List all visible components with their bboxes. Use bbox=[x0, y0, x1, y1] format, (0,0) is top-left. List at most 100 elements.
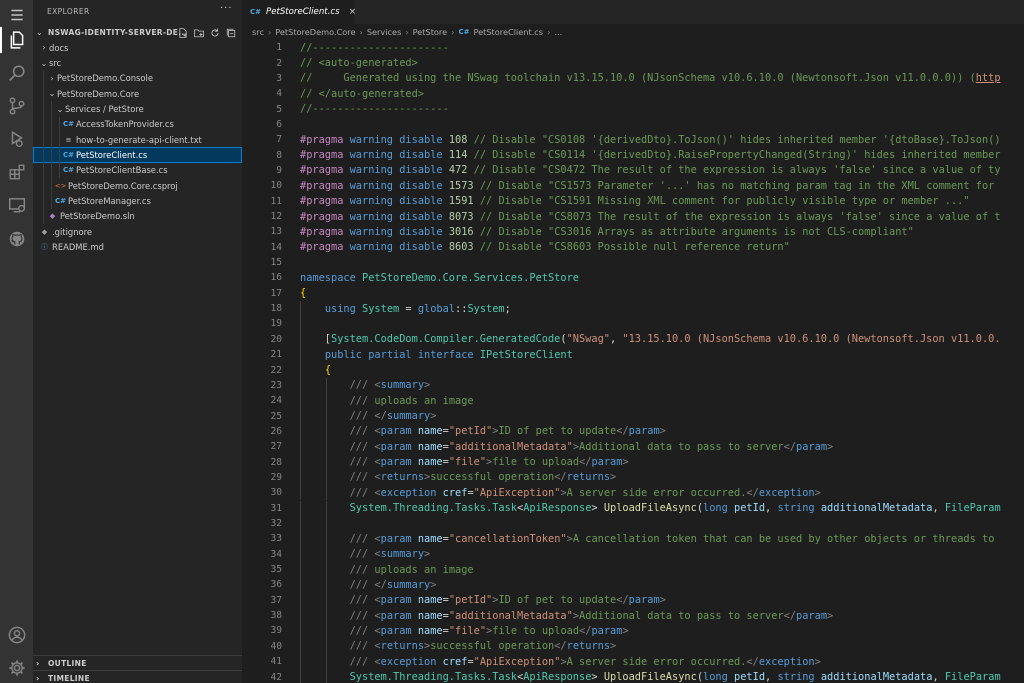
solution-file-icon: ◆ bbox=[49, 212, 56, 221]
code-text: // </auto-generated> bbox=[300, 88, 424, 100]
line-number: 25 bbox=[270, 410, 282, 422]
new-file-icon[interactable] bbox=[177, 27, 188, 38]
close-icon[interactable]: × bbox=[349, 7, 357, 17]
code-token: /// bbox=[349, 609, 375, 622]
tree-folder[interactable]: › docs bbox=[33, 40, 242, 55]
code-line: 30 /// <exception cref="ApiException">A … bbox=[242, 485, 1024, 501]
extensions-icon[interactable] bbox=[0, 157, 33, 187]
code-token: [ bbox=[300, 333, 331, 346]
indent-guide bbox=[300, 377, 301, 394]
breadcrumb-item[interactable]: PetStoreClient.cs bbox=[473, 27, 543, 37]
indent-guide bbox=[43, 162, 44, 179]
code-line: 27 /// <param name="additionalMetadata">… bbox=[242, 439, 1024, 455]
code-token: /// bbox=[349, 594, 375, 607]
tree-file[interactable]: C# AccessTokenProvider.cs bbox=[33, 116, 242, 133]
line-number: 10 bbox=[270, 180, 282, 192]
chevron-down-icon: ⌄ bbox=[36, 27, 43, 37]
collapse-all-icon[interactable] bbox=[225, 27, 236, 38]
breadcrumb-item[interactable]: Services bbox=[367, 27, 402, 37]
tree-folder[interactable]: › PetStoreDemo.Console bbox=[33, 70, 242, 87]
code-text: public partial interface IPetStoreClient bbox=[300, 349, 573, 361]
tree-file[interactable]: C# PetStoreClient.cs bbox=[33, 147, 242, 163]
breadcrumb-item[interactable]: ... bbox=[554, 27, 562, 37]
tree-file[interactable]: <> PetStoreDemo.Core.csproj bbox=[33, 178, 242, 194]
code-token: /// bbox=[349, 456, 375, 469]
code-token: #pragma bbox=[300, 179, 344, 192]
indent-guide bbox=[43, 178, 44, 194]
manage-gear-icon[interactable] bbox=[0, 653, 33, 683]
breadcrumb-item[interactable]: PetStoreDemo.Core bbox=[275, 27, 355, 37]
line-number: 17 bbox=[270, 287, 282, 299]
code-text: /// <param name="petId">ID of pet to upd… bbox=[300, 425, 666, 437]
tree-file[interactable]: ◆ .gitignore bbox=[33, 224, 242, 239]
github-icon[interactable] bbox=[0, 224, 33, 254]
code-token: name bbox=[417, 456, 443, 469]
tree-file[interactable]: ⓘ README.md bbox=[33, 239, 242, 254]
refresh-icon[interactable] bbox=[209, 27, 220, 38]
indent-guide bbox=[300, 500, 301, 516]
breadcrumb-separator-icon: › bbox=[359, 27, 363, 37]
code-token: > bbox=[622, 624, 629, 637]
code-line: 34 /// <summary> bbox=[242, 546, 1024, 562]
tree-folder[interactable]: ⌄ src bbox=[33, 55, 242, 70]
csharp-file-icon: C# bbox=[63, 120, 75, 129]
code-token: summary bbox=[386, 578, 431, 591]
code-token: 1591 bbox=[448, 195, 474, 208]
code-token: 8073 bbox=[448, 210, 474, 223]
line-number: 30 bbox=[270, 487, 282, 499]
source-control-icon[interactable] bbox=[0, 91, 33, 121]
timeline-panel-header[interactable]: › TIMELINE bbox=[33, 670, 242, 683]
outline-panel-header[interactable]: › OUTLINE bbox=[33, 655, 242, 670]
code-token: warning bbox=[349, 149, 394, 162]
run-debug-icon[interactable] bbox=[0, 124, 33, 154]
explorer-icon[interactable] bbox=[0, 25, 33, 55]
tree-file[interactable]: ◆ PetStoreDemo.sln bbox=[33, 208, 242, 225]
code-token: param bbox=[628, 425, 660, 438]
indent-guide bbox=[300, 577, 301, 593]
code-token: param bbox=[380, 609, 412, 622]
code-editor[interactable]: 1 //---------------------- 2 // <auto-gener… bbox=[242, 40, 1024, 683]
tree-file[interactable]: C# PetStoreManager.cs bbox=[33, 193, 242, 209]
code-token: returns bbox=[566, 640, 611, 653]
more-actions-icon[interactable]: ··· bbox=[220, 3, 233, 14]
code-token: > bbox=[430, 410, 437, 423]
code-token: UploadFileAsync bbox=[603, 671, 697, 683]
code-line: 17 { bbox=[242, 286, 1024, 301]
code-token: #pragma bbox=[300, 210, 344, 223]
indent-guide bbox=[326, 623, 327, 639]
code-token: /// bbox=[349, 563, 375, 576]
code-token: #pragma bbox=[300, 149, 344, 162]
tree-item-label: src bbox=[49, 58, 62, 69]
line-number: 23 bbox=[270, 379, 282, 391]
code-line: 37 /// <param name="petId">ID of pet to … bbox=[242, 592, 1024, 608]
indent-guide bbox=[300, 638, 301, 654]
line-number: 20 bbox=[270, 333, 282, 345]
code-text: /// <param name="additionalMetadata">Add… bbox=[300, 440, 834, 453]
breadcrumb-item[interactable]: PetStore bbox=[413, 27, 448, 37]
new-folder-icon[interactable] bbox=[193, 27, 204, 38]
code-token: param bbox=[591, 624, 623, 637]
accounts-icon[interactable] bbox=[0, 620, 33, 650]
tree-file[interactable]: C# PetStoreClientBase.cs bbox=[33, 162, 242, 179]
tab-petstoreclient[interactable]: C# PetStoreClient.cs × bbox=[242, 0, 357, 24]
tree-folder[interactable]: ⌄ PetStoreDemo.Core bbox=[33, 86, 242, 102]
code-line: 42 System.Threading.Tasks.Task<ApiRespon… bbox=[242, 669, 1024, 683]
breadcrumb-item[interactable]: src bbox=[252, 27, 264, 37]
tree-item-label: PetStoreDemo.sln bbox=[60, 211, 135, 222]
git-file-icon: ◆ bbox=[41, 227, 48, 236]
code-line: 25 /// </summary> bbox=[242, 408, 1024, 424]
code-token: // Disable "CS8073 The result of the exp… bbox=[479, 210, 1001, 223]
code-token: </ bbox=[554, 640, 567, 653]
remote-explorer-icon[interactable] bbox=[0, 190, 33, 220]
tree-file[interactable]: ≡ how-to-generate-api-client.txt bbox=[33, 132, 242, 148]
code-token: </ bbox=[783, 440, 797, 453]
code-text: System.Threading.Tasks.Task<ApiResponse>… bbox=[300, 671, 1001, 683]
csharp-file-icon: C# bbox=[250, 8, 262, 16]
search-icon[interactable] bbox=[0, 58, 33, 88]
tree-folder[interactable]: ⌄ Services / PetStore bbox=[33, 101, 242, 117]
indent-guide bbox=[326, 546, 327, 562]
code-token: > bbox=[610, 640, 617, 653]
